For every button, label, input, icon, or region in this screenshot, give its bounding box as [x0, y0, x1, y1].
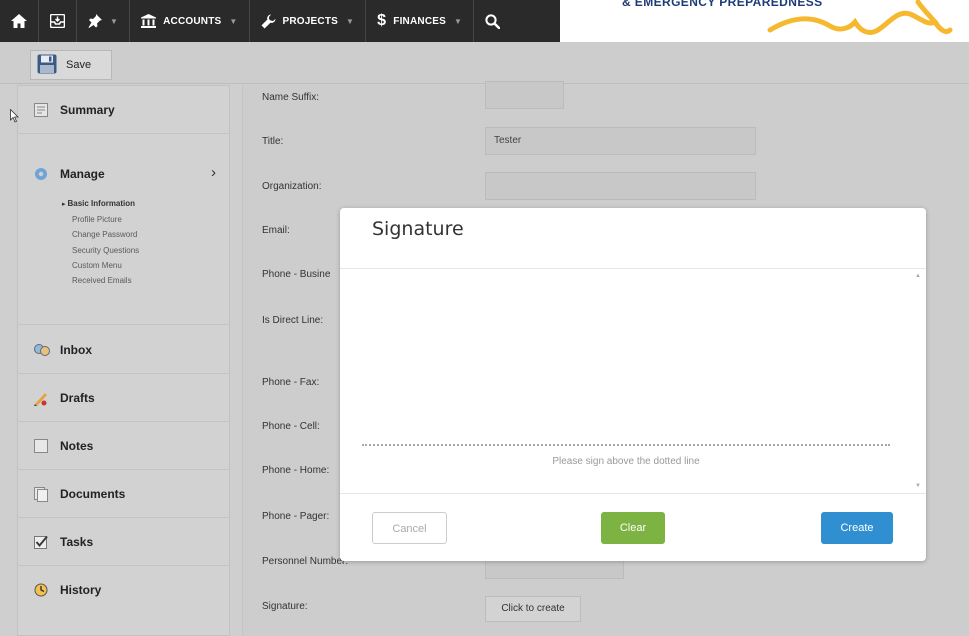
pin-icon	[88, 14, 102, 28]
history-clock-icon	[34, 583, 48, 597]
nav-finances-label: FINANCES	[393, 15, 446, 27]
floppy-disk-icon	[37, 54, 57, 77]
tasks-check-icon	[34, 535, 48, 549]
sidebar-item-label: Documents	[60, 486, 126, 501]
clear-button[interactable]: Clear	[601, 512, 665, 544]
submenu-change-password[interactable]: Change Password	[72, 227, 139, 242]
nav-projects[interactable]: PROJECTS ▼	[250, 0, 367, 42]
notes-icon	[34, 438, 48, 453]
nav-home[interactable]	[0, 0, 39, 42]
sidebar-item-label: Tasks	[60, 534, 94, 549]
title-label: Title:	[262, 136, 284, 147]
submenu-basic-information[interactable]: Basic Information	[67, 196, 139, 212]
chevron-down-icon: ▼	[346, 16, 355, 26]
phone-cell-label: Phone - Cell:	[262, 421, 320, 432]
modal-footer-divider	[340, 493, 926, 494]
organization-field[interactable]	[485, 172, 756, 200]
sidebar: Summary Manage › Basic Information Profi…	[17, 85, 230, 636]
personnel-number-label: Personnel Number:	[262, 556, 349, 567]
sidebar-item-tasks[interactable]: Tasks	[18, 518, 229, 566]
signature-label: Signature:	[262, 601, 308, 612]
chevron-down-icon: ▼	[110, 16, 119, 26]
wrench-icon	[261, 14, 276, 29]
cancel-button[interactable]: Cancel	[372, 512, 447, 544]
chevron-right-icon: ›	[211, 164, 216, 181]
brand-logo: & EMERGENCY PREPAREDNESS	[560, 0, 969, 42]
is-direct-line-label: Is Direct Line:	[262, 315, 324, 326]
documents-icon	[34, 486, 48, 502]
name-suffix-label: Name Suffix:	[262, 92, 320, 103]
submenu-custom-menu[interactable]: Custom Menu	[72, 258, 139, 273]
manage-submenu: Basic Information Profile Picture Change…	[67, 196, 139, 288]
sidebar-item-label: Manage	[60, 167, 105, 181]
dollar-icon: $	[377, 12, 387, 29]
logo-swoosh-icon	[767, 0, 953, 35]
summary-icon	[34, 102, 48, 117]
signature-pad-scrollbar[interactable]: ▲ ▼	[912, 269, 926, 493]
save-button[interactable]: Save	[30, 50, 112, 80]
search-icon	[485, 13, 501, 29]
submenu-received-emails[interactable]: Received Emails	[72, 273, 139, 288]
submenu-profile-picture[interactable]: Profile Picture	[72, 212, 139, 227]
phone-fax-label: Phone - Fax:	[262, 377, 320, 388]
scroll-down-arrow-icon[interactable]: ▼	[915, 483, 921, 489]
toolbar: Save	[0, 42, 969, 84]
inbox-tray-icon	[50, 14, 65, 28]
chevron-down-icon: ▼	[453, 16, 463, 26]
save-button-label: Save	[66, 59, 92, 71]
organization-label: Organization:	[262, 181, 322, 192]
phone-home-label: Phone - Home:	[262, 465, 330, 476]
sidebar-item-notes[interactable]: Notes	[18, 422, 229, 470]
nav-accounts-label: ACCOUNTS	[163, 15, 222, 27]
name-suffix-field[interactable]	[485, 81, 564, 109]
email-label: Email:	[262, 225, 290, 236]
nav-accounts[interactable]: ACCOUNTS ▼	[130, 0, 250, 42]
submenu-security-questions[interactable]: Security Questions	[72, 243, 139, 258]
nav-finances[interactable]: $ FINANCES ▼	[366, 0, 475, 42]
signature-pad[interactable]: ▲ ▼ Please sign above the dotted line	[340, 269, 926, 493]
sidebar-item-inbox[interactable]: Inbox	[18, 326, 229, 374]
bank-icon	[141, 14, 157, 28]
drafts-icon	[34, 391, 48, 406]
signature-dotted-line	[362, 444, 890, 446]
nav-projects-label: PROJECTS	[282, 15, 339, 27]
chevron-down-icon: ▼	[229, 16, 238, 26]
phone-pager-label: Phone - Pager:	[262, 511, 330, 522]
phone-business-label: Phone - Busine	[262, 269, 331, 280]
signature-modal: Signature ▲ ▼ Please sign above the dott…	[340, 208, 926, 561]
modal-title: Signature	[372, 218, 464, 240]
nav-search[interactable]	[474, 0, 511, 42]
top-nav-bar: ▼ ACCOUNTS ▼ PROJECTS ▼ $ FINANCES ▼ & E…	[0, 0, 969, 42]
title-field[interactable]: Tester	[485, 127, 756, 155]
nav-pinned[interactable]: ▼	[77, 0, 131, 42]
mouse-cursor-icon	[10, 109, 19, 123]
nav-inbox[interactable]	[39, 0, 77, 42]
sidebar-item-label: Drafts	[60, 390, 95, 405]
inbox-icon	[34, 343, 50, 357]
create-button[interactable]: Create	[821, 512, 893, 544]
gear-icon	[34, 167, 48, 181]
signature-hint: Please sign above the dotted line	[552, 456, 700, 467]
sidebar-item-label: History	[60, 583, 102, 597]
sidebar-item-label: Summary	[60, 102, 115, 117]
main-nav: ▼ ACCOUNTS ▼ PROJECTS ▼ $ FINANCES ▼	[0, 0, 511, 42]
home-icon	[11, 14, 27, 28]
scroll-up-arrow-icon[interactable]: ▲	[915, 273, 921, 279]
sidebar-item-history[interactable]: History	[18, 566, 229, 614]
sidebar-item-documents[interactable]: Documents	[18, 470, 229, 518]
click-to-create-signature-button[interactable]: Click to create	[485, 596, 581, 622]
sidebar-item-summary[interactable]: Summary	[18, 86, 229, 134]
sidebar-item-label: Notes	[60, 438, 94, 453]
sidebar-item-label: Inbox	[60, 342, 92, 357]
sidebar-item-drafts[interactable]: Drafts	[18, 374, 229, 422]
